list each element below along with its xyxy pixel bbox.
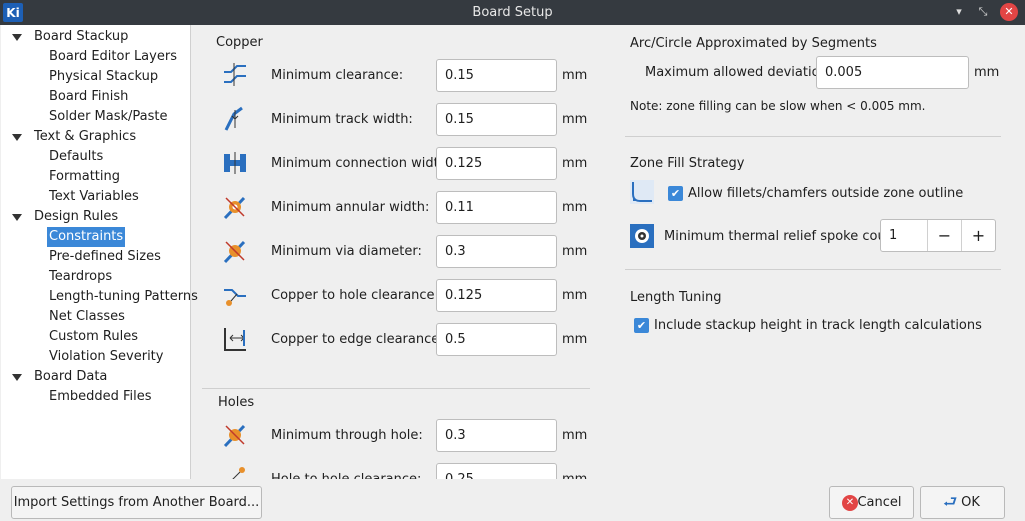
max-deviation-unit: mm: [974, 65, 1000, 80]
edge-clearance-icon: [224, 328, 246, 351]
hole-clearance-icon: [224, 289, 246, 306]
tree-item-embedded-files[interactable]: Embedded Files: [49, 387, 152, 407]
min-clearance-input[interactable]: 0.15: [436, 59, 557, 92]
zone-fill-note: Note: zone filling can be slow when < 0.…: [630, 99, 926, 113]
thermal-spoke-icon: [630, 224, 654, 248]
stackup-height-label: Include stackup height in track length c…: [654, 318, 982, 333]
arc-section-title: Arc/Circle Approximated by Segments: [630, 36, 877, 51]
tree-group-board-data[interactable]: Board Data: [34, 367, 107, 387]
section-divider: [202, 388, 590, 389]
expand-triangle-icon[interactable]: [12, 214, 22, 221]
allow-fillets-checkbox[interactable]: ✔: [668, 186, 683, 201]
min-annular-width-unit: mm: [562, 200, 588, 215]
ok-icon: ⮐: [943, 492, 958, 511]
tree-item-custom-rules[interactable]: Custom Rules: [49, 327, 138, 347]
min-track-width-unit: mm: [562, 112, 588, 127]
cancel-icon: ✕: [842, 495, 858, 511]
copper-edge-clearance-label: Copper to edge clearance:: [271, 332, 444, 347]
cancel-button[interactable]: ✕ Cancel: [829, 486, 914, 519]
stackup-height-checkbox[interactable]: ✔: [634, 318, 649, 333]
length-tuning-section-title: Length Tuning: [630, 290, 722, 305]
cancel-button-label: Cancel: [857, 495, 902, 510]
copper-hole-clearance-input[interactable]: 0.125: [436, 279, 557, 312]
fillet-icon: [630, 180, 654, 204]
via-diameter-icon: [223, 240, 246, 264]
tree-item-board-editor-layers[interactable]: Board Editor Layers: [49, 47, 177, 67]
tree-item-violation-severity[interactable]: Violation Severity: [49, 347, 163, 367]
min-annular-width-input[interactable]: 0.11: [436, 191, 557, 224]
tree-item-board-finish[interactable]: Board Finish: [49, 87, 128, 107]
spoke-count-spinner[interactable]: 1 − +: [880, 219, 996, 252]
min-annular-width-label: Minimum annular width:: [271, 200, 430, 215]
settings-tree: Board Stackup Board Editor Layers Physic…: [1, 25, 198, 479]
decrement-icon[interactable]: −: [927, 220, 961, 251]
connection-width-icon: [224, 152, 246, 174]
clearance-icon: [224, 63, 246, 86]
ok-button[interactable]: ⮐ OK: [920, 486, 1005, 519]
through-hole-icon: [223, 424, 246, 448]
copper-edge-clearance-input[interactable]: 0.5: [436, 323, 557, 356]
section-divider: [625, 136, 1001, 137]
tree-item-defaults[interactable]: Defaults: [49, 147, 103, 167]
min-clearance-unit: mm: [562, 68, 588, 83]
holes-section-title: Holes: [218, 395, 255, 410]
zone-fill-section-title: Zone Fill Strategy: [630, 156, 745, 171]
tree-group-text-graphics[interactable]: Text & Graphics: [34, 127, 136, 147]
tree-item-solder-mask-paste[interactable]: Solder Mask/Paste: [49, 107, 168, 127]
min-through-hole-label: Minimum through hole:: [271, 428, 423, 443]
close-icon[interactable]: ✕: [1000, 3, 1018, 21]
expand-triangle-icon[interactable]: [12, 134, 22, 141]
min-clearance-label: Minimum clearance:: [271, 68, 404, 83]
copper-section-title: Copper: [216, 35, 263, 50]
tree-item-predefined-sizes[interactable]: Pre-defined Sizes: [49, 247, 161, 267]
import-settings-button[interactable]: Import Settings from Another Board...: [11, 486, 262, 519]
max-deviation-label: Maximum allowed deviation:: [645, 65, 833, 80]
window-title: Board Setup: [472, 5, 553, 20]
min-via-diameter-input[interactable]: 0.3: [436, 235, 557, 268]
min-track-width-label: Minimum track width:: [271, 112, 413, 127]
min-through-hole-input[interactable]: 0.3: [436, 419, 557, 452]
min-via-diameter-label: Minimum via diameter:: [271, 244, 422, 259]
maximize-icon[interactable]: ⤡: [975, 4, 991, 20]
title-bar: Ki Board Setup ▾ ⤡ ✕: [0, 0, 1025, 25]
tree-item-teardrops[interactable]: Teardrops: [49, 267, 112, 287]
tree-item-net-classes[interactable]: Net Classes: [49, 307, 125, 327]
min-connection-width-input[interactable]: 0.125: [436, 147, 557, 180]
spoke-count-label: Minimum thermal relief spoke count:: [664, 229, 904, 244]
tree-group-board-stackup[interactable]: Board Stackup: [34, 27, 128, 47]
min-via-diameter-unit: mm: [562, 244, 588, 259]
increment-icon[interactable]: +: [961, 220, 995, 251]
copper-hole-clearance-unit: mm: [562, 288, 588, 303]
spoke-count-value[interactable]: 1: [889, 220, 897, 251]
copper-hole-clearance-label: Copper to hole clearance:: [271, 288, 439, 303]
allow-fillets-label: Allow fillets/chamfers outside zone outl…: [688, 186, 964, 201]
tree-item-constraints[interactable]: Constraints: [47, 227, 126, 247]
min-track-width-input[interactable]: 0.15: [436, 103, 557, 136]
minimize-icon[interactable]: ▾: [951, 4, 967, 20]
expand-triangle-icon[interactable]: [12, 374, 22, 381]
expand-triangle-icon[interactable]: [12, 34, 22, 41]
section-divider: [625, 269, 1001, 270]
max-deviation-input[interactable]: 0.005: [816, 56, 969, 89]
tree-group-design-rules[interactable]: Design Rules: [34, 207, 118, 227]
tree-item-formatting[interactable]: Formatting: [49, 167, 120, 187]
min-connection-width-label: Minimum connection width:: [271, 156, 452, 171]
track-width-icon: [224, 106, 243, 131]
copper-edge-clearance-unit: mm: [562, 332, 588, 347]
min-connection-width-unit: mm: [562, 156, 588, 171]
annular-width-icon: [223, 196, 246, 220]
tree-item-physical-stackup[interactable]: Physical Stackup: [49, 67, 158, 87]
min-through-hole-unit: mm: [562, 428, 588, 443]
tree-item-text-variables[interactable]: Text Variables: [49, 187, 139, 207]
ok-button-label: OK: [961, 495, 980, 510]
tree-item-length-tuning-patterns[interactable]: Length-tuning Patterns: [49, 287, 198, 307]
